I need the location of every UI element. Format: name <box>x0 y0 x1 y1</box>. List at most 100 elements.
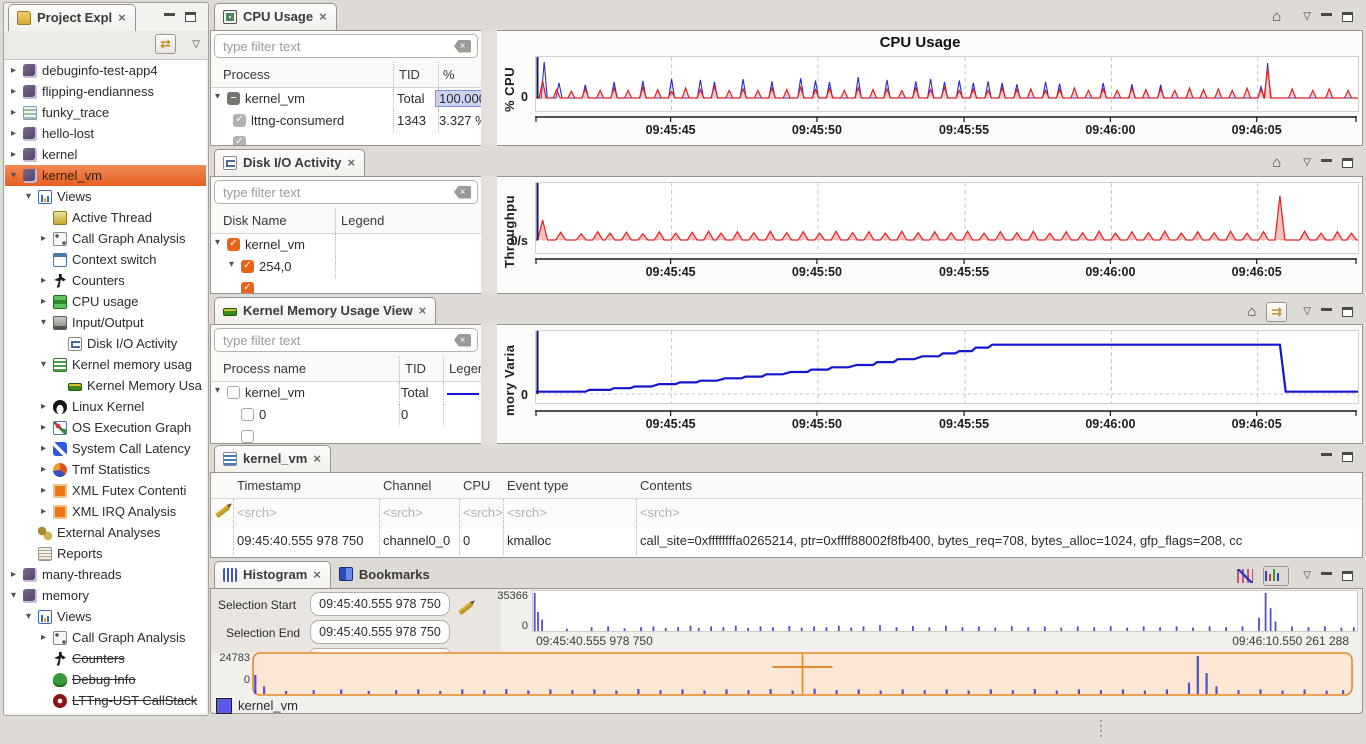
tree-item-memory[interactable]: ▾memory <box>5 585 206 606</box>
collapsed-arrow-icon[interactable]: ▸ <box>11 65 23 76</box>
search-cell[interactable]: <srch> <box>463 505 503 520</box>
search-cell[interactable]: <srch> <box>507 505 547 520</box>
tree-item-input-output[interactable]: ▾Input/Output <box>5 312 206 333</box>
collapsed-arrow-icon[interactable]: ▸ <box>11 128 23 139</box>
selection-end-box[interactable]: 09:45:40.555 978 750 <box>310 620 450 644</box>
col-tid[interactable]: TID <box>399 67 420 82</box>
collapsed-arrow-icon[interactable]: ▸ <box>41 401 53 412</box>
minimize-icon[interactable] <box>164 13 175 22</box>
tree-item-tmf-statistics[interactable]: ▸Tmf Statistics <box>5 459 206 480</box>
tree-item-lttng-ust-callstack[interactable]: LTTng-UST CallStack <box>5 690 206 711</box>
tree-item-cpu-usage[interactable]: ▸CPU usage <box>5 291 206 312</box>
table-row[interactable]: ✓ <box>211 132 481 145</box>
close-icon[interactable]: × <box>118 13 126 23</box>
expanded-arrow-icon[interactable]: ▾ <box>229 259 241 270</box>
col-cpu[interactable]: CPU <box>463 478 490 493</box>
maximize-icon[interactable] <box>1342 452 1353 462</box>
search-pencil-icon[interactable] <box>215 505 230 518</box>
tree-item-call-graph-analysis[interactable]: ▸Call Graph Analysis <box>5 228 206 249</box>
collapsed-arrow-icon[interactable]: ▸ <box>11 107 23 118</box>
expanded-arrow-icon[interactable]: ▾ <box>215 91 227 102</box>
table-row[interactable]: <srch> <srch> <srch> <srch> <srch> <box>211 499 1362 527</box>
search-cell[interactable]: <srch> <box>383 505 423 520</box>
col-tid[interactable]: TID <box>405 361 426 376</box>
search-cell[interactable]: <srch> <box>640 505 680 520</box>
expanded-arrow-icon[interactable]: ▾ <box>11 590 23 601</box>
checkbox-orange[interactable]: ✓ <box>227 238 240 251</box>
memory-filter-input[interactable] <box>215 333 454 348</box>
tree-item-hello-lost[interactable]: ▸hello-lost <box>5 123 206 144</box>
tab-events-kernel-vm[interactable]: kernel_vm × <box>214 445 331 472</box>
view-menu-icon[interactable]: ▽ <box>1303 569 1311 583</box>
tree-item-call-graph-analysis[interactable]: ▸Call Graph Analysis <box>5 627 206 648</box>
selection-start-box[interactable]: 09:45:40.555 978 750 <box>310 592 450 616</box>
memory-sash[interactable] <box>481 324 497 444</box>
disk-sash[interactable] <box>481 176 497 294</box>
collapsed-arrow-icon[interactable]: ▸ <box>41 485 53 496</box>
close-icon[interactable]: × <box>348 158 356 168</box>
expanded-arrow-icon[interactable]: ▾ <box>41 359 53 370</box>
view-menu-icon[interactable]: ▽ <box>1303 10 1311 24</box>
link-with-editor-icon[interactable]: ⇄ <box>155 34 176 54</box>
expanded-arrow-icon[interactable]: ▾ <box>215 385 227 396</box>
minimize-icon[interactable] <box>1321 572 1332 581</box>
expanded-arrow-icon[interactable]: ▾ <box>26 611 38 622</box>
table-row[interactable]: ✓lttng-consumerd13433.327 % <box>211 110 481 132</box>
col-legend[interactable]: Legend <box>341 213 384 228</box>
expanded-arrow-icon[interactable]: ▾ <box>215 237 227 248</box>
collapsed-arrow-icon[interactable]: ▸ <box>41 233 53 244</box>
collapsed-arrow-icon[interactable]: ▸ <box>11 149 23 160</box>
tree-item-context-switch[interactable]: Context switch <box>5 249 206 270</box>
tab-bookmarks[interactable]: Bookmarks <box>331 561 439 588</box>
full-range-histogram[interactable] <box>252 652 1353 696</box>
search-cell[interactable]: <srch> <box>237 505 277 520</box>
table-row[interactable]: ▾kernel_vmTotal <box>211 382 481 404</box>
tree-item-xml-irq-analysis[interactable]: ▸XML IRQ Analysis <box>5 501 206 522</box>
tree-item-xml-futex-contenti[interactable]: ▸XML Futex Contenti <box>5 480 206 501</box>
col-channel[interactable]: Channel <box>383 478 431 493</box>
hide-lost-events-icon[interactable] <box>1237 569 1253 583</box>
col-process[interactable]: Process <box>223 67 270 82</box>
view-menu-icon[interactable]: ▽ <box>192 38 200 52</box>
reset-scale-home-icon[interactable]: ⌂ <box>1247 305 1256 319</box>
tree-item[interactable] <box>5 711 206 713</box>
tree-item-external-analyses[interactable]: External Analyses <box>5 522 206 543</box>
tab-disk-io[interactable]: Disk I/O Activity × <box>214 149 365 176</box>
tab-project-explorer[interactable]: Project Expl × <box>8 4 136 31</box>
checkbox-empty[interactable] <box>241 430 254 443</box>
col-contents[interactable]: Contents <box>640 478 692 493</box>
checkbox-orange[interactable]: ✓ <box>241 282 254 293</box>
expanded-arrow-icon[interactable]: ▾ <box>26 191 38 202</box>
tree-item-system-call-latency[interactable]: ▸System Call Latency <box>5 438 206 459</box>
reset-scale-home-icon[interactable]: ⌂ <box>1272 156 1281 170</box>
tab-histogram[interactable]: Histogram × <box>214 561 331 588</box>
tree-item-counters[interactable]: Counters <box>5 648 206 669</box>
col-disk-name[interactable]: Disk Name <box>223 213 287 228</box>
close-icon[interactable]: × <box>419 306 427 316</box>
tree-item-reports[interactable]: Reports <box>5 543 206 564</box>
expanded-arrow-icon[interactable]: ▾ <box>41 317 53 328</box>
tree-item-os-execution-graph[interactable]: ▸OS Execution Graph <box>5 417 206 438</box>
tree-item-many-threads[interactable]: ▸many-threads <box>5 564 206 585</box>
cpu-sash[interactable] <box>481 30 497 146</box>
collapsed-arrow-icon[interactable]: ▸ <box>41 422 53 433</box>
clear-filter-icon[interactable]: × <box>454 334 471 347</box>
tree-item-debug-info[interactable]: Debug Info <box>5 669 206 690</box>
tree-item-active-thread[interactable]: Active Thread <box>5 207 206 228</box>
mem-chart-plot[interactable] <box>535 330 1359 404</box>
tree-item-counters[interactable]: ▸Counters <box>5 270 206 291</box>
minimize-icon[interactable] <box>1321 13 1332 22</box>
table-row[interactable]: ▾✓254,0 <box>211 256 481 278</box>
col-process-name[interactable]: Process name <box>223 361 306 376</box>
tree-item-kernel-memory-usa[interactable]: Kernel Memory Usa <box>5 375 206 396</box>
tree-item-linux-kernel[interactable]: ▸Linux Kernel <box>5 396 206 417</box>
show-traces-icon[interactable] <box>1263 566 1289 586</box>
maximize-icon[interactable] <box>1342 571 1353 581</box>
checkbox-checked[interactable]: ✓ <box>233 114 246 127</box>
tree-item-views[interactable]: ▾Views <box>5 606 206 627</box>
checkbox-tristate[interactable]: – <box>227 92 240 105</box>
tree-item-kernel[interactable]: ▸kernel <box>5 144 206 165</box>
collapsed-arrow-icon[interactable]: ▸ <box>41 464 53 475</box>
tree-item-funky-trace[interactable]: ▸funky_trace <box>5 102 206 123</box>
zoom-histogram[interactable] <box>532 590 1358 632</box>
